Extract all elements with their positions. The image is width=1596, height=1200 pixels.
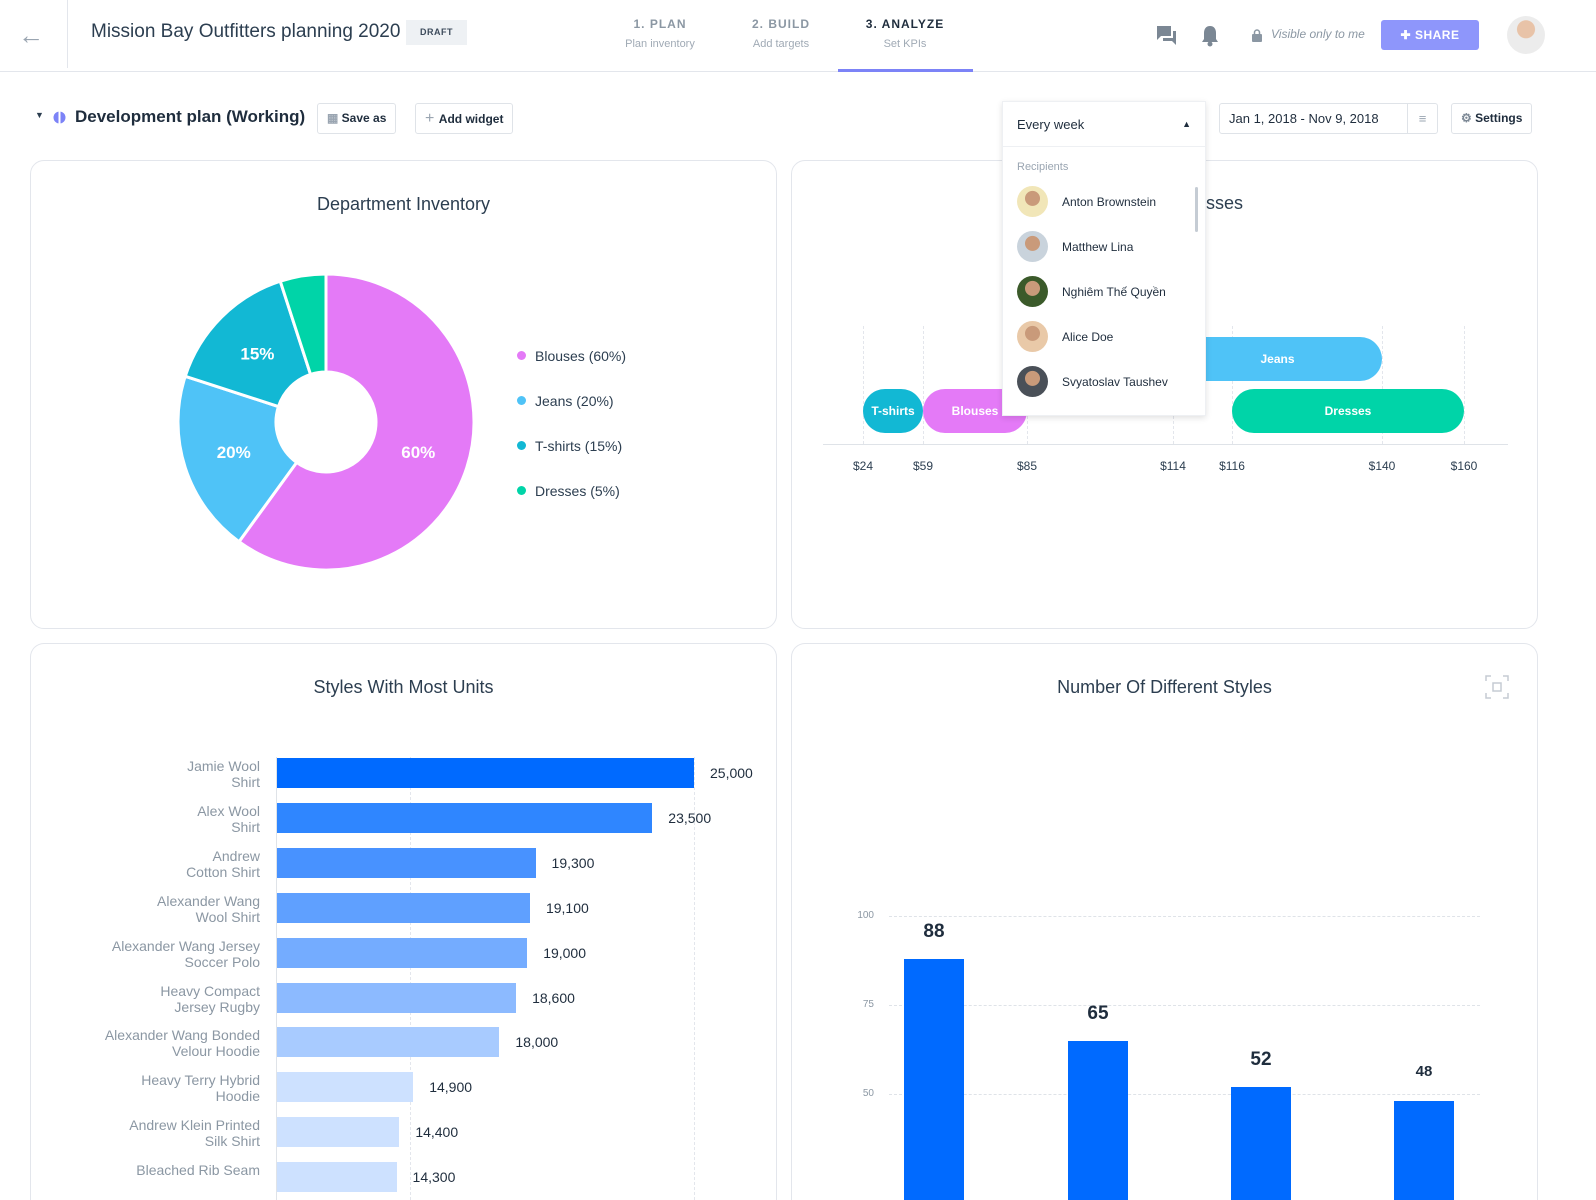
bar-value-label: 19,100 — [545, 899, 589, 916]
bar-category-label: Alexander Wang Bonded Velour Hoodie — [104, 1027, 260, 1060]
bar-value-label: 18,000 — [515, 1034, 559, 1051]
recipient-name: Nghiêm Thế Quyền — [1062, 284, 1166, 299]
frequency-dropdown[interactable]: Every week ▲ Recipients Anton Brownstein M… — [1002, 101, 1206, 416]
recipient-item[interactable]: Svyatoslav Taushev — [1003, 359, 1205, 404]
bar-category-label: Jamie Wool Shirt — [187, 758, 260, 790]
bar[interactable] — [277, 1027, 500, 1058]
recipient-item[interactable]: Nghiêm Thế Quyền — [1003, 269, 1205, 314]
bar-value-label: 19,000 — [543, 944, 587, 961]
recipient-item[interactable]: Anton Brownstein — [1003, 179, 1205, 224]
tick-label: $24 — [852, 459, 874, 473]
user-avatar[interactable] — [1507, 16, 1545, 54]
gridline — [1464, 326, 1465, 444]
tab-sublabel: Set KPIs — [883, 38, 927, 50]
bar-value-label: 25,000 — [710, 765, 753, 781]
bar[interactable] — [277, 892, 530, 923]
recipients-list: Anton Brownstein Matthew Lina Nghiêm Thế Q… — [1003, 179, 1205, 404]
bar-category-label: Heavy Compact Jersey Rugby — [160, 982, 260, 1015]
recipient-avatar — [1017, 231, 1048, 262]
recipient-item[interactable]: Alice Doe — [1003, 314, 1205, 359]
recipients-header: Recipients — [1017, 161, 1069, 173]
bar[interactable] — [277, 1117, 400, 1148]
chat-icon[interactable] — [1156, 25, 1178, 47]
bar-category-label: Heavy Terry Hybrid Hoodie — [141, 1072, 260, 1105]
bar[interactable] — [277, 1162, 397, 1193]
share-button[interactable]: ✚ SHARE — [1381, 20, 1479, 50]
frequency-select[interactable]: Every week ▲ — [1003, 102, 1205, 147]
recipient-name: Svyatoslav Taushev — [1062, 374, 1168, 389]
bar[interactable] — [277, 937, 528, 968]
bar[interactable] — [277, 982, 517, 1013]
recipient-name: Alice Doe — [1062, 329, 1114, 344]
bar[interactable] — [277, 1072, 414, 1103]
bar-category-label: Bleached Rib Seam — [136, 1162, 260, 1179]
date-range-picker[interactable]: Jan 1, 2018 - Nov 9, 2018 ≡ — [1219, 103, 1438, 134]
bar-category-label: Andrew Klein Printed Silk Shirt — [129, 1117, 260, 1150]
tick-label: $114 — [1160, 459, 1186, 473]
recipient-item[interactable]: Matthew Lina — [1003, 224, 1205, 269]
range-bar-dresses[interactable]: Dresses — [1232, 389, 1464, 433]
tick-label: $116 — [1219, 459, 1245, 473]
add-person-icon: ✚ — [1400, 28, 1415, 42]
gear-icon: ⚙ — [1461, 111, 1476, 125]
lock-icon — [1252, 29, 1262, 42]
scrollbar[interactable] — [1195, 187, 1198, 232]
recipient-avatar — [1017, 186, 1048, 217]
filter-icon[interactable]: ≡ — [1407, 104, 1437, 133]
expand-icon[interactable] — [1485, 675, 1509, 699]
bar-category-label: Alex Wool Shirt — [197, 802, 260, 835]
range-bar-t-shirts[interactable]: T-shirts — [863, 389, 923, 433]
tick-label: $85 — [1016, 459, 1038, 473]
bar-category-label: Alexander Wang Wool Shirt — [157, 892, 260, 925]
bar[interactable] — [277, 758, 694, 788]
date-range-value: Jan 1, 2018 - Nov 9, 2018 — [1229, 111, 1379, 126]
bar[interactable] — [277, 847, 536, 878]
bar-value-label: 19,300 — [551, 854, 595, 871]
settings-button[interactable]: ⚙ Settings — [1451, 103, 1533, 134]
recipient-name: Matthew Lina — [1062, 239, 1134, 254]
card-title: Number Of Different Styles — [1057, 677, 1272, 697]
visibility-label: Visible only to me — [1271, 27, 1365, 41]
bell-icon[interactable] — [1200, 25, 1220, 47]
x-axis — [823, 444, 1508, 445]
recipient-avatar — [1017, 321, 1048, 352]
bar-value-label: 18,600 — [532, 989, 575, 1006]
active-tab-indicator — [838, 69, 973, 72]
tab-analyze[interactable]: 3. ANALYZE Set KPIs — [835, 17, 975, 50]
tick-label: $160 — [1450, 459, 1478, 473]
bar-value-label: 14,900 — [429, 1079, 473, 1096]
recipient-name: Anton Brownstein — [1062, 194, 1157, 209]
bar-value-label: 14,300 — [412, 1169, 456, 1186]
settings-label: Settings — [1475, 111, 1523, 125]
recipient-avatar — [1017, 366, 1048, 397]
gridline — [863, 326, 864, 444]
tick-label: $140 — [1368, 459, 1396, 473]
frequency-value: Every week — [1017, 116, 1085, 132]
horizontal-bar-chart: Jamie Wool Shirt 25,000 Alex Wool Shirt 23,50… — [0, 0, 790, 1200]
bar-value-label: 23,500 — [668, 809, 712, 826]
tab-label: 3. ANALYZE — [865, 17, 945, 31]
different-styles-card: Number Of Different Styles — [791, 643, 1538, 1200]
tick-label: $59 — [912, 459, 934, 473]
bar-category-label: Andrew Cotton Shirt — [186, 847, 260, 880]
bar[interactable] — [277, 802, 653, 833]
recipient-avatar — [1017, 276, 1048, 307]
share-label: SHARE — [1414, 28, 1460, 42]
bar-category-label: Alexander Wang Jersey Soccer Polo — [111, 937, 260, 970]
bar-value-label: 14,400 — [415, 1124, 459, 1141]
gridline — [923, 326, 924, 444]
caret-up-icon: ▲ — [1182, 119, 1191, 129]
